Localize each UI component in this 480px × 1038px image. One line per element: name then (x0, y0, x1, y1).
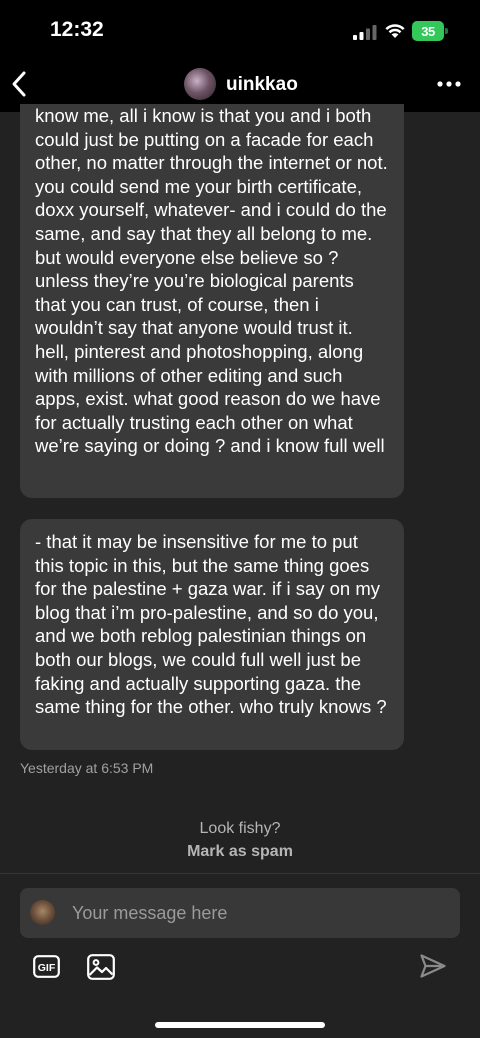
cellular-signal-icon (353, 25, 377, 40)
image-icon[interactable] (87, 954, 115, 980)
message-bubble: know me, all i know is that you and i bo… (20, 104, 404, 498)
avatar[interactable] (184, 68, 216, 100)
spam-prompt: Look fishy? Mark as spam (0, 820, 480, 861)
composer-divider (0, 873, 480, 874)
top-bar: 12:32 35 uinkkao (0, 0, 480, 112)
home-indicator (155, 1022, 325, 1028)
message-composer (20, 888, 460, 938)
battery-level: 35 (412, 21, 444, 41)
message-input[interactable] (72, 888, 450, 938)
mark-as-spam-link[interactable]: Mark as spam (0, 843, 480, 861)
status-time: 12:32 (50, 18, 104, 41)
message-bubble: - that it may be insensitive for me to p… (20, 519, 404, 750)
svg-text:GIF: GIF (38, 962, 56, 974)
more-horizontal-icon[interactable] (436, 80, 462, 88)
wifi-icon (385, 24, 405, 38)
composer-avatar (30, 900, 55, 925)
message-text: know me, all i know is that you and i bo… (35, 105, 388, 457)
battery-indicator: 35 (412, 21, 448, 41)
battery-tip (445, 28, 448, 34)
spam-question: Look fishy? (199, 820, 281, 837)
send-icon[interactable] (419, 953, 447, 979)
gif-icon[interactable]: GIF (33, 955, 60, 978)
conversation-username[interactable]: uinkkao (226, 74, 298, 96)
message-timestamp: Yesterday at 6:53 PM (20, 760, 154, 776)
message-text: - that it may be insensitive for me to p… (35, 531, 387, 718)
chevron-left-icon[interactable] (8, 68, 32, 100)
